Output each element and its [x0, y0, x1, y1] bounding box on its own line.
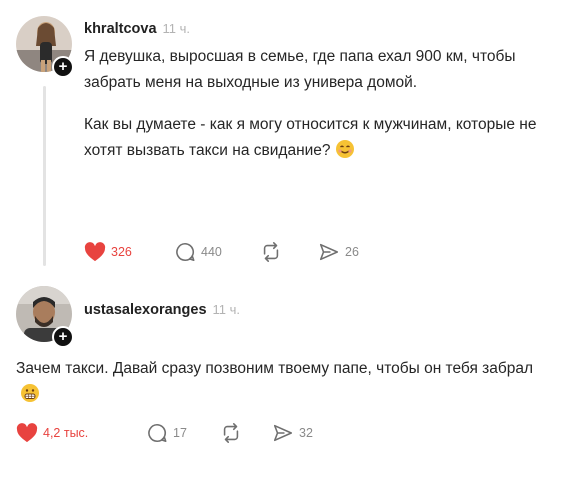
repost-button[interactable] [220, 421, 242, 445]
post-paragraph: Как вы думаете - как я могу относится к … [84, 116, 537, 159]
repost-icon [223, 423, 239, 443]
like-count: 4,2 тыс. [43, 426, 89, 440]
timestamp: 11 ч. [212, 302, 241, 317]
comment-icon [176, 242, 195, 262]
repost-icon [263, 242, 279, 262]
follow-plus-icon[interactable]: + [52, 56, 74, 78]
comment-count: 440 [201, 245, 222, 259]
post-header: ustasalexoranges 11 ч. [84, 301, 240, 319]
username[interactable]: ustasalexoranges [84, 302, 207, 318]
grimacing-face-icon [20, 383, 40, 403]
send-icon [273, 424, 293, 442]
repost-button[interactable] [260, 240, 282, 264]
comment-count: 17 [173, 426, 187, 440]
like-button[interactable]: 4,2 тыс. [16, 421, 88, 445]
send-icon [319, 243, 339, 261]
share-button[interactable]: 32 [272, 421, 313, 445]
share-button[interactable]: 26 [318, 240, 359, 264]
heart-icon [16, 423, 38, 443]
thread-line [43, 86, 46, 266]
post-paragraph: Зачем такси. Давай сразу позвоним твоему… [16, 360, 534, 377]
post-text: Я девушка, выросшая в семье, где папа ех… [84, 44, 546, 164]
action-bar: 4,2 тыс. 17 32 [16, 421, 356, 445]
like-count: 326 [111, 245, 132, 259]
comment-button[interactable]: 17 [146, 421, 187, 445]
post-paragraph: Я девушка, выросшая в семье, где папа ех… [84, 48, 516, 91]
post-text: Зачем такси. Давай сразу позвоним твоему… [16, 356, 536, 408]
comment-icon [148, 423, 167, 443]
share-count: 26 [345, 245, 359, 259]
smiling-face-icon [335, 139, 355, 159]
post-header: khraltcova 11 ч. [84, 20, 190, 38]
comment-button[interactable]: 440 [174, 240, 222, 264]
like-button[interactable]: 326 [84, 240, 132, 264]
follow-plus-icon[interactable]: + [52, 326, 74, 348]
username[interactable]: khraltcova [84, 21, 157, 37]
heart-icon [84, 242, 106, 262]
action-bar: 326 440 26 [84, 240, 384, 264]
timestamp: 11 ч. [162, 21, 191, 36]
share-count: 32 [299, 426, 313, 440]
